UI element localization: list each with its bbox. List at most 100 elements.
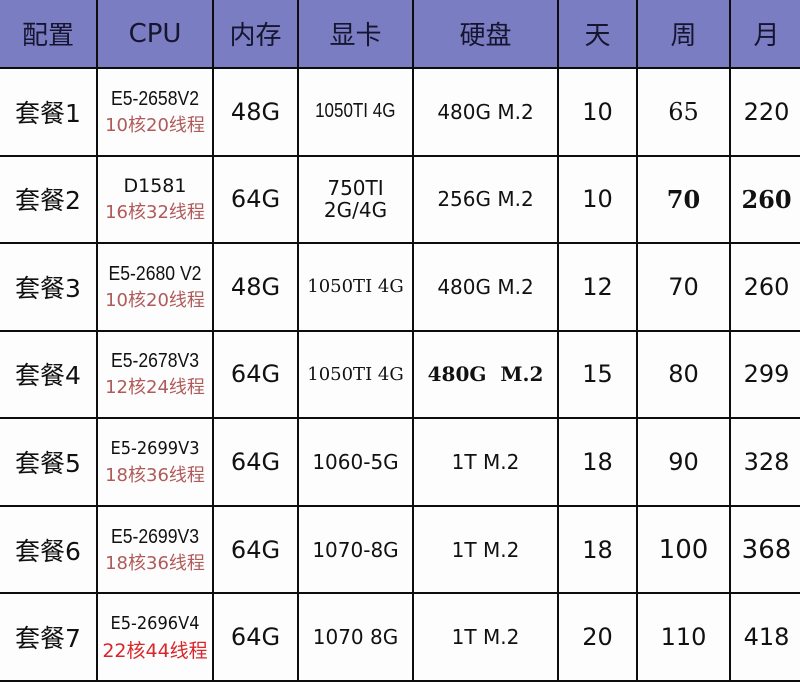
cpu-cell: D1581 16核32线程 — [96, 154, 214, 245]
header-week: 周 — [636, 0, 731, 69]
table-row: 套餐3 E5-2680 V2 10核20线程 48G 1050TI 4G 480… — [0, 242, 800, 332]
plan-name-cell: 套餐7 — [0, 592, 98, 682]
disk-value: 1T M.2 — [451, 625, 520, 650]
plan-name-cell: 套餐3 — [0, 242, 98, 332]
header-month: 月 — [729, 0, 800, 69]
plan-name: 套餐4 — [15, 361, 81, 391]
plan-name: 套餐3 — [15, 273, 81, 303]
month-price-cell: 260 — [729, 154, 800, 245]
gpu-value: 1060-5G — [312, 450, 399, 475]
table-row: 套餐7 E5-2696V4 22核44线程 64G 1070 8G 1T M.2… — [0, 592, 800, 682]
plan-name-cell: 套餐6 — [0, 504, 98, 595]
cpu-cell: E5-2699V3 18核36线程 — [96, 504, 214, 595]
month-price: 260 — [741, 184, 792, 214]
disk-value: 480G M.2 — [437, 274, 534, 299]
plan-name-cell: 套餐2 — [0, 154, 98, 245]
plan-name-cell: 套餐1 — [0, 67, 98, 157]
cpu-model: E5-2678V3 — [110, 350, 200, 373]
week-price: 65 — [668, 97, 699, 126]
ram-cell: 64G — [212, 592, 299, 682]
gpu-value: 1050TI 4G — [315, 100, 396, 123]
day-price: 10 — [582, 185, 613, 214]
ram-cell: 48G — [212, 67, 299, 157]
month-price: 220 — [743, 97, 790, 126]
header-row: 配置 CPU 内存 显卡 硬盘 天 周 月 — [0, 0, 800, 69]
week-price-cell: 80 — [636, 329, 731, 420]
day-price: 10 — [582, 97, 613, 126]
gpu-cell: 1060-5G — [297, 417, 414, 507]
ram-cell: 64G — [212, 417, 299, 507]
day-price-cell: 18 — [557, 417, 638, 507]
day-price: 18 — [582, 535, 613, 564]
cpu-cores: 18核36线程 — [105, 465, 205, 487]
week-price: 100 — [658, 534, 709, 565]
week-price: 110 — [660, 623, 707, 652]
day-price-cell: 10 — [557, 154, 638, 245]
cpu-model: E5-2699V3 — [110, 525, 200, 548]
month-price-cell: 328 — [729, 417, 800, 507]
cpu-cores: 12核24线程 — [105, 377, 205, 399]
disk-value: 480G M.2 — [427, 362, 544, 387]
cpu-model: E5-2696V4 — [110, 613, 200, 635]
month-price-cell: 220 — [729, 67, 800, 157]
day-price-cell: 20 — [557, 592, 638, 682]
gpu-cell: 1070 8G — [297, 592, 414, 682]
month-price-cell: 260 — [729, 242, 800, 332]
cpu-cell: E5-2696V4 22核44线程 — [96, 592, 214, 682]
day-price: 15 — [582, 360, 613, 389]
disk-cell: 480G M.2 — [412, 329, 559, 420]
plan-name: 套餐7 — [15, 624, 81, 654]
disk-cell: 1T M.2 — [412, 417, 559, 507]
cpu-model: E5-2680 V2 — [108, 262, 202, 285]
disk-value: 256G M.2 — [437, 187, 534, 212]
gpu-value: 750TI — [327, 176, 384, 201]
month-price: 299 — [743, 360, 790, 389]
header-disk: 硬盘 — [412, 0, 559, 69]
disk-value: 480G M.2 — [437, 99, 534, 124]
cpu-cell: E5-2658V2 10核20线程 — [96, 67, 214, 157]
ram-value: 64G — [230, 185, 281, 214]
month-price-cell: 368 — [729, 504, 800, 595]
gpu-cell: 750TI 2G/4G — [297, 154, 414, 245]
week-price-cell: 100 — [636, 504, 731, 595]
day-price-cell: 10 — [557, 67, 638, 157]
ram-cell: 64G — [212, 154, 299, 245]
day-price-cell: 12 — [557, 242, 638, 332]
ram-cell: 48G — [212, 242, 299, 332]
ram-value: 64G — [230, 623, 281, 652]
week-price: 70 — [666, 184, 701, 214]
gpu-cell: 1050TI 4G — [297, 242, 414, 332]
plan-name-cell: 套餐4 — [0, 329, 98, 420]
table-row: 套餐1 E5-2658V2 10核20线程 48G 1050TI 4G 480G… — [0, 67, 800, 157]
gpu-cell: 1050TI 4G — [297, 67, 414, 157]
gpu-value: 1070-8G — [312, 537, 399, 562]
month-price: 368 — [741, 534, 792, 565]
week-price-cell: 70 — [636, 242, 731, 332]
table-row: 套餐5 E5-2699V3 18核36线程 64G 1060-5G 1T M.2… — [0, 417, 800, 507]
ram-value: 48G — [230, 97, 281, 126]
cpu-cores: 10核20线程 — [105, 114, 205, 136]
month-price-cell: 299 — [729, 329, 800, 420]
disk-cell: 480G M.2 — [412, 242, 559, 332]
header-config: 配置 — [0, 0, 98, 69]
cpu-cell: E5-2678V3 12核24线程 — [96, 329, 214, 420]
ram-value: 48G — [230, 272, 281, 301]
plan-name: 套餐1 — [15, 98, 81, 128]
cpu-model: D1581 — [123, 175, 187, 198]
month-price-cell: 418 — [729, 592, 800, 682]
header-gpu: 显卡 — [297, 0, 414, 69]
day-price: 20 — [582, 623, 613, 652]
disk-cell: 256G M.2 — [412, 154, 559, 245]
cpu-cores: 16核32线程 — [105, 202, 205, 224]
disk-value: 1T M.2 — [451, 537, 520, 562]
cpu-model: E5-2658V2 — [110, 87, 200, 110]
week-price-cell: 110 — [636, 592, 731, 682]
gpu-value: 1050TI 4G — [307, 276, 404, 298]
plan-name: 套餐5 — [15, 449, 81, 479]
week-price-cell: 70 — [636, 154, 731, 245]
month-price: 260 — [743, 272, 790, 301]
ram-cell: 64G — [212, 329, 299, 420]
day-price-cell: 15 — [557, 329, 638, 420]
cpu-cell: E5-2680 V2 10核20线程 — [96, 242, 214, 332]
gpu-cell: 1050TI 4G — [297, 329, 414, 420]
